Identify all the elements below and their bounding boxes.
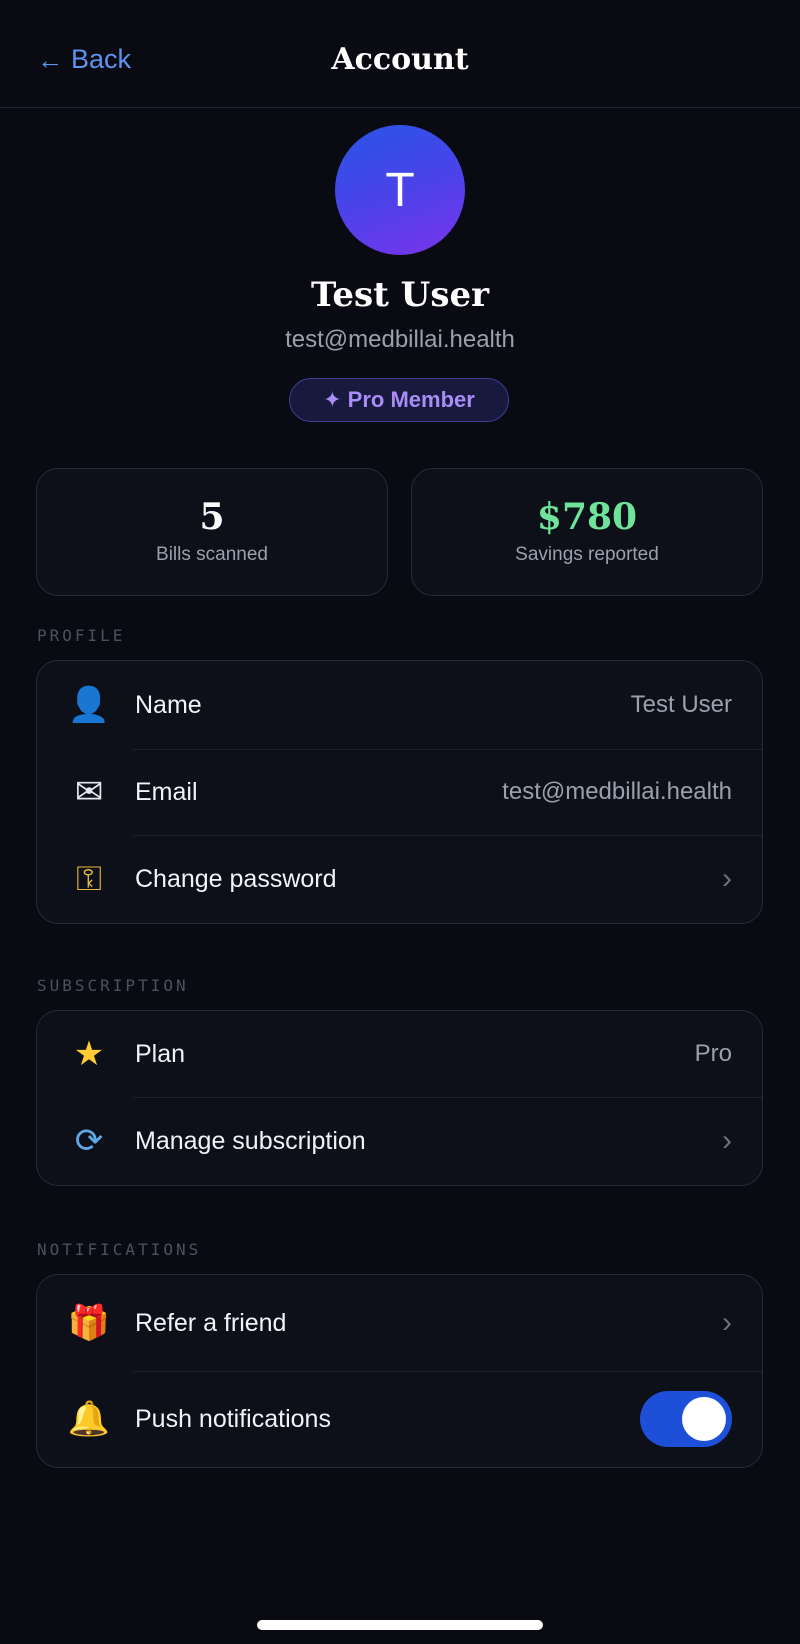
row-label: Manage subscription bbox=[135, 1126, 366, 1155]
nav-header: ← Back Account bbox=[0, 0, 800, 108]
push-notifications-toggle[interactable] bbox=[640, 1391, 732, 1447]
avatar: T bbox=[335, 125, 465, 255]
chevron-right-icon: › bbox=[722, 1306, 732, 1339]
row-refer-friend[interactable]: 🎁 Refer a friend › bbox=[37, 1275, 762, 1371]
envelope-icon: ✉ bbox=[74, 772, 104, 812]
row-label: Push notifications bbox=[135, 1404, 331, 1433]
person-icon: 👤 bbox=[67, 685, 111, 725]
key-icon: ⚿ bbox=[76, 859, 102, 899]
stat-value: $780 bbox=[536, 496, 638, 539]
stat-value: 5 bbox=[199, 496, 225, 539]
home-indicator bbox=[257, 1620, 543, 1630]
gift-icon: 🎁 bbox=[67, 1303, 111, 1343]
row-manage-subscription[interactable]: ⟳ Manage subscription › bbox=[37, 1097, 762, 1185]
bell-icon: 🔔 bbox=[67, 1399, 111, 1439]
stat-bills-scanned: 5 Bills scanned bbox=[36, 468, 388, 596]
section-label-profile: PROFILE bbox=[37, 626, 126, 645]
section-label-notifications: NOTIFICATIONS bbox=[37, 1240, 202, 1259]
toggle-knob bbox=[682, 1397, 726, 1441]
row-label: Change password bbox=[135, 864, 337, 893]
row-change-password[interactable]: ⚿ Change password › bbox=[37, 835, 762, 923]
stat-label: Savings reported bbox=[515, 543, 659, 565]
row-label: Plan bbox=[135, 1039, 186, 1068]
row-name[interactable]: 👤 Name Test User bbox=[37, 661, 762, 749]
stat-savings-reported: $780 Savings reported bbox=[411, 468, 763, 596]
row-value: test@medbillai.health bbox=[502, 778, 732, 805]
row-label: Refer a friend bbox=[135, 1308, 287, 1337]
row-plan[interactable]: ★ Plan Pro bbox=[37, 1011, 762, 1097]
row-label: Name bbox=[135, 690, 202, 719]
stat-label: Bills scanned bbox=[156, 543, 268, 565]
subscription-card: ★ Plan Pro ⟳ Manage subscription › bbox=[36, 1010, 763, 1186]
page-title: Account bbox=[331, 42, 469, 77]
pro-member-badge: ✦ Pro Member bbox=[289, 378, 509, 422]
user-email: test@medbillai.health bbox=[285, 326, 515, 353]
chevron-right-icon: › bbox=[722, 862, 732, 895]
refresh-icon: ⟳ bbox=[74, 1121, 104, 1161]
notifications-card: 🎁 Refer a friend › 🔔 Push notifications bbox=[36, 1274, 763, 1468]
row-email[interactable]: ✉ Email test@medbillai.health bbox=[37, 749, 762, 835]
row-push-notifications: 🔔 Push notifications bbox=[37, 1371, 762, 1467]
chevron-right-icon: › bbox=[722, 1124, 732, 1157]
row-value: Test User bbox=[630, 691, 732, 718]
star-icon: ★ bbox=[73, 1034, 105, 1074]
account-screen: ← Back Account T Test User test@medbilla… bbox=[0, 0, 800, 1644]
profile-card: 👤 Name Test User ✉ Email test@medbillai.… bbox=[36, 660, 763, 924]
row-value: Pro bbox=[694, 1040, 732, 1067]
user-name: Test User bbox=[310, 275, 490, 315]
section-label-subscription: SUBSCRIPTION bbox=[37, 976, 189, 995]
row-label: Email bbox=[135, 777, 198, 806]
